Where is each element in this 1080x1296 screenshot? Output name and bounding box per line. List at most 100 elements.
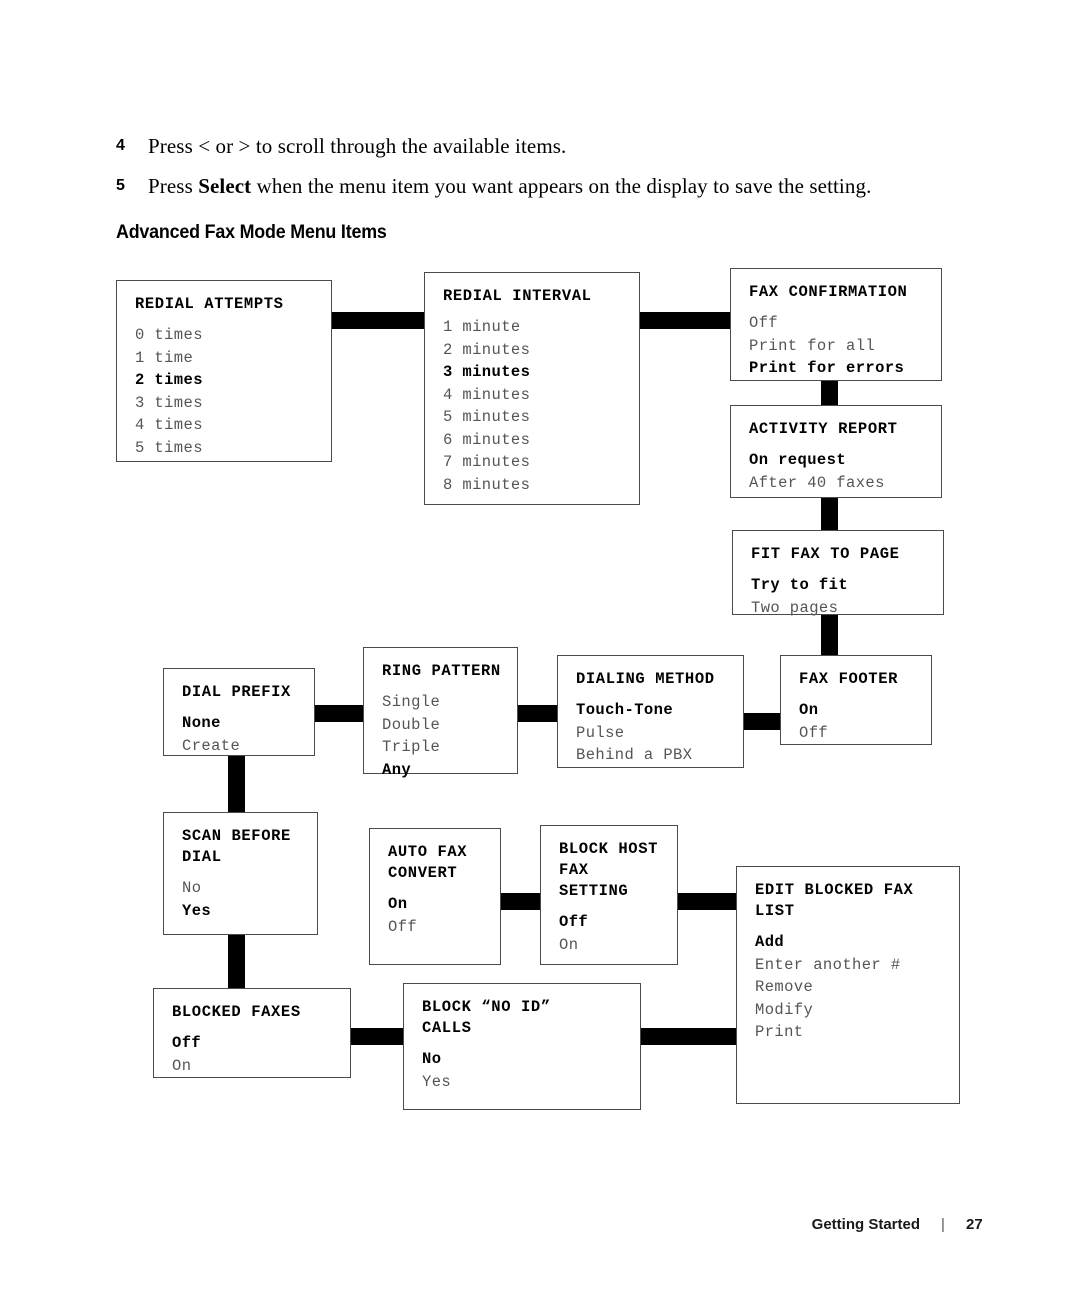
menu-option[interactable]: Double: [382, 714, 517, 737]
menu-box-title: FAX CONFIRMATION: [749, 283, 908, 301]
menu-option-selected[interactable]: No: [422, 1048, 640, 1071]
menu-option[interactable]: 4 minutes: [443, 384, 639, 407]
menu-box-block-no-id-calls[interactable]: BLOCK “NO ID” CALLS No Yes: [403, 983, 641, 1110]
menu-option[interactable]: No: [182, 877, 317, 900]
menu-box-redial-attempts[interactable]: REDIAL ATTEMPTS 0 times 1 time 2 times 3…: [116, 280, 332, 462]
menu-option[interactable]: Off: [799, 722, 931, 745]
menu-option-selected[interactable]: Off: [559, 911, 677, 934]
menu-box-dial-prefix[interactable]: DIAL PREFIX None Create: [163, 668, 315, 756]
menu-option-selected[interactable]: On: [388, 893, 500, 916]
menu-option[interactable]: Behind a PBX: [576, 744, 743, 767]
menu-box-title: REDIAL INTERVAL: [443, 287, 592, 305]
menu-option[interactable]: 2 minutes: [443, 339, 639, 362]
menu-option[interactable]: 3 times: [135, 392, 331, 415]
menu-box-ring-pattern[interactable]: RING PATTERN Single Double Triple Any: [363, 647, 518, 779]
menu-box-fax-confirmation[interactable]: FAX CONFIRMATION Off Print for all Print…: [730, 268, 942, 381]
menu-option[interactable]: Enter another #: [755, 954, 959, 977]
menu-option-list: On request After 40 faxes: [749, 449, 941, 494]
fax-menu-flow-diagram: REDIAL ATTEMPTS 0 times 1 time 2 times 3…: [0, 0, 1080, 1160]
menu-option-selected[interactable]: Print for errors: [749, 357, 941, 380]
menu-box-title: RING PATTERN: [382, 662, 501, 680]
menu-option[interactable]: Modify: [755, 999, 959, 1022]
connector-redial-interval-to-fax-confirmation: [632, 312, 742, 329]
menu-option-selected[interactable]: Add: [755, 931, 959, 954]
menu-option-selected[interactable]: Any: [382, 759, 517, 782]
connector-scan-before-dial-to-blocked-faxes: [228, 930, 245, 996]
menu-option[interactable]: 1 minute: [443, 316, 639, 339]
menu-box-title: SCAN BEFORE DIAL: [182, 827, 291, 866]
menu-box-title: REDIAL ATTEMPTS: [135, 295, 284, 313]
menu-box-title: ACTIVITY REPORT: [749, 420, 898, 438]
menu-box-title: DIALING METHOD: [576, 670, 715, 688]
menu-option-selected[interactable]: On: [799, 699, 931, 722]
menu-option-selected[interactable]: Yes: [182, 900, 317, 923]
menu-box-dialing-method[interactable]: DIALING METHOD Touch-Tone Pulse Behind a…: [557, 655, 744, 768]
menu-option[interactable]: 5 minutes: [443, 406, 639, 429]
menu-option-selected[interactable]: 3 minutes: [443, 361, 639, 384]
menu-option-selected[interactable]: Try to fit: [751, 574, 943, 597]
menu-option-list: None Create: [182, 712, 314, 757]
footer-page-number: 27: [966, 1216, 983, 1233]
menu-option-list: Off Print for all Print for errors: [749, 312, 941, 380]
menu-option[interactable]: Off: [749, 312, 941, 335]
menu-option[interactable]: 8 minutes: [443, 474, 639, 497]
menu-option[interactable]: 7 minutes: [443, 451, 639, 474]
menu-option[interactable]: 0 times: [135, 324, 331, 347]
menu-option[interactable]: On: [172, 1055, 350, 1078]
connector-block-no-id-calls-to-edit-blocked-fax-list: [628, 1028, 746, 1045]
menu-option-list: On Off: [799, 699, 931, 744]
menu-box-title: BLOCK “NO ID” CALLS: [422, 998, 551, 1037]
menu-box-block-host-fax-setting[interactable]: BLOCK HOST FAX SETTING Off On: [540, 825, 678, 965]
page-footer: Getting Started | 27: [0, 1216, 1080, 1233]
menu-option[interactable]: Create: [182, 735, 314, 758]
menu-box-edit-blocked-fax-list[interactable]: EDIT BLOCKED FAX LIST Add Enter another …: [736, 866, 960, 1104]
document-page: 4 Press < or > to scroll through the ava…: [0, 0, 1080, 1296]
menu-box-title: FIT FAX TO PAGE: [751, 545, 900, 563]
menu-option-list: On Off: [388, 893, 500, 938]
menu-option[interactable]: Pulse: [576, 722, 743, 745]
menu-box-fax-footer[interactable]: FAX FOOTER On Off: [780, 655, 932, 745]
menu-option[interactable]: 1 time: [135, 347, 331, 370]
menu-option[interactable]: 5 times: [135, 437, 331, 460]
menu-option-list: 0 times 1 time 2 times 3 times 4 times 5…: [135, 324, 331, 459]
menu-option-list: 1 minute 2 minutes 3 minutes 4 minutes 5…: [443, 316, 639, 496]
menu-box-redial-interval[interactable]: REDIAL INTERVAL 1 minute 2 minutes 3 min…: [424, 272, 640, 505]
menu-option-selected[interactable]: 2 times: [135, 369, 331, 392]
menu-option[interactable]: Print: [755, 1021, 959, 1044]
menu-box-title: DIAL PREFIX: [182, 683, 291, 701]
menu-option-selected[interactable]: None: [182, 712, 314, 735]
menu-option-selected[interactable]: Touch-Tone: [576, 699, 743, 722]
menu-box-title: FAX FOOTER: [799, 670, 899, 688]
menu-box-blocked-faxes[interactable]: BLOCKED FAXES Off On: [153, 988, 351, 1078]
menu-option-list: Off On: [172, 1032, 350, 1077]
footer-separator: |: [941, 1216, 945, 1233]
menu-option-list: No Yes: [422, 1048, 640, 1093]
menu-option[interactable]: 6 minutes: [443, 429, 639, 452]
menu-option[interactable]: 4 times: [135, 414, 331, 437]
connector-redial-attempts-to-redial-interval: [322, 312, 434, 329]
menu-box-title: AUTO FAX CONVERT: [388, 843, 468, 882]
menu-option-list: Add Enter another # Remove Modify Print: [755, 931, 959, 1044]
menu-option[interactable]: On: [559, 934, 677, 957]
menu-option-list: Single Double Triple Any: [382, 691, 517, 781]
menu-box-fit-fax-to-page[interactable]: FIT FAX TO PAGE Try to fit Two pages: [732, 530, 944, 617]
menu-option[interactable]: Off: [388, 916, 500, 939]
footer-section-label: Getting Started: [811, 1216, 920, 1233]
menu-option[interactable]: Yes: [422, 1071, 640, 1094]
menu-option-list: Touch-Tone Pulse Behind a PBX: [576, 699, 743, 767]
menu-option-selected[interactable]: On request: [749, 449, 941, 472]
connector-dial-prefix-to-scan-before-dial: [228, 748, 245, 820]
menu-option[interactable]: Print for all: [749, 335, 941, 358]
menu-option[interactable]: Triple: [382, 736, 517, 759]
menu-option-list: Off On: [559, 911, 677, 956]
menu-option[interactable]: Single: [382, 691, 517, 714]
menu-box-auto-fax-convert[interactable]: AUTO FAX CONVERT On Off: [369, 828, 501, 965]
menu-option[interactable]: Two pages: [751, 597, 943, 620]
menu-box-scan-before-dial[interactable]: SCAN BEFORE DIAL No Yes: [163, 812, 318, 935]
menu-option-selected[interactable]: Off: [172, 1032, 350, 1055]
menu-option[interactable]: After 40 faxes: [749, 472, 941, 495]
menu-option[interactable]: Remove: [755, 976, 959, 999]
menu-box-title: BLOCKED FAXES: [172, 1003, 301, 1021]
menu-option-list: No Yes: [182, 877, 317, 922]
menu-box-activity-report[interactable]: ACTIVITY REPORT On request After 40 faxe…: [730, 405, 942, 498]
